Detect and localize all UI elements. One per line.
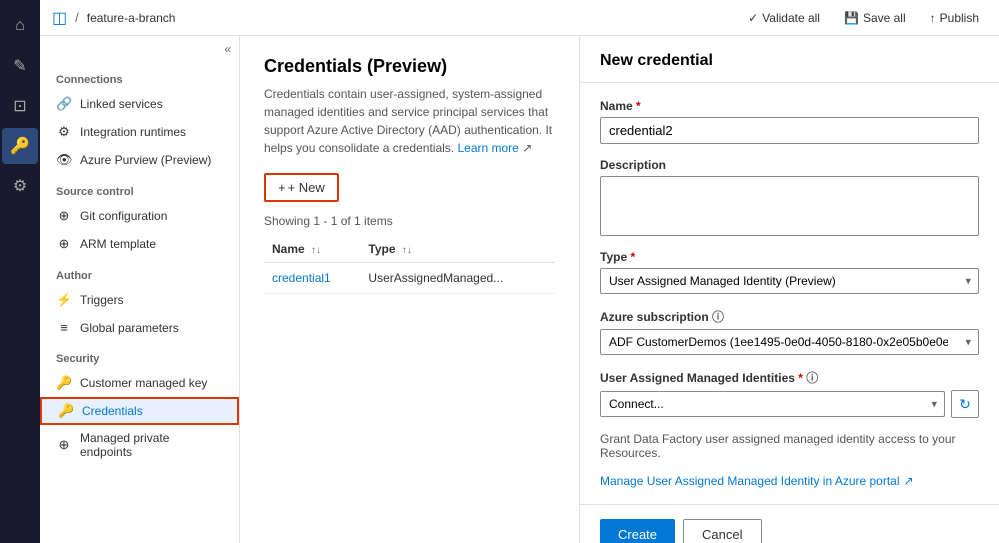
security-section-label: Security: [40, 341, 239, 369]
name-sort-icon: ↑↓: [311, 245, 321, 256]
azure-subscription-info-icon[interactable]: ⓘ: [712, 310, 724, 324]
description-field-group: Description: [600, 158, 979, 236]
sidebar-item-customer-managed-key[interactable]: 🔑 Customer managed key: [40, 369, 239, 397]
publish-button[interactable]: ↑ Publish: [922, 7, 987, 29]
arm-template-icon: ⊕: [56, 236, 72, 252]
validate-all-button[interactable]: ✓ Validate all: [740, 7, 828, 29]
new-credential-footer: Create Cancel: [580, 504, 999, 543]
publish-icon: ↑: [930, 11, 936, 25]
new-credential-header: New credential: [580, 36, 999, 83]
name-required-star: *: [636, 99, 641, 113]
new-credential-body: Name * Description Type *: [580, 83, 999, 504]
new-credential-panel: New credential Name * Description: [579, 36, 999, 543]
type-sort-icon: ↑↓: [402, 245, 412, 256]
manage-uami-link[interactable]: Manage User Assigned Managed Identity in…: [600, 474, 979, 488]
create-button[interactable]: Create: [600, 519, 675, 543]
uami-required-star: *: [798, 371, 803, 385]
azure-subscription-select[interactable]: ADF CustomerDemos (1ee1495-0e0d-4050-818…: [600, 329, 979, 355]
author-section-label: Author: [40, 258, 239, 286]
edit-nav-icon[interactable]: ✎: [2, 48, 38, 84]
triggers-icon: ⚡: [56, 292, 72, 308]
sidebar-item-arm-template[interactable]: ⊕ ARM template: [40, 230, 239, 258]
integration-runtimes-icon: ⚙: [56, 124, 72, 140]
new-credential-title: New credential: [600, 52, 979, 70]
credential1-link[interactable]: credential1: [272, 271, 331, 285]
type-select-wrap: User Assigned Managed Identity (Preview)…: [600, 268, 979, 294]
showing-text: Showing 1 - 1 of 1 items: [264, 214, 555, 228]
top-bar: ◫ / feature-a-branch ✓ Validate all 💾 Sa…: [40, 0, 999, 36]
monitor-nav-icon[interactable]: ⊡: [2, 88, 38, 124]
sidebar-item-azure-purview[interactable]: 👁 Azure Purview (Preview): [40, 146, 239, 174]
validate-icon: ✓: [748, 11, 758, 25]
save-icon: 💾: [844, 11, 859, 25]
content-area: « Connections 🔗 Linked services ⚙ Integr…: [40, 36, 999, 543]
global-params-icon: ≡: [56, 320, 72, 335]
type-field-group: Type * User Assigned Managed Identity (P…: [600, 250, 979, 294]
settings-nav-icon[interactable]: ⚙: [2, 168, 38, 204]
new-credential-button[interactable]: + + New: [264, 173, 339, 202]
name-label: Name *: [600, 99, 979, 113]
description-label: Description: [600, 158, 979, 172]
credential1-type: UserAssignedManaged...: [360, 263, 555, 294]
uami-field-row: Connect... ▾ ↻: [600, 390, 979, 418]
credentials-table: Name ↑↓ Type ↑↓ credential1: [264, 236, 555, 294]
azure-subscription-label: Azure subscription ⓘ: [600, 308, 979, 325]
credentials-title: Credentials (Preview): [264, 56, 555, 77]
sidebar-item-linked-services[interactable]: 🔗 Linked services: [40, 90, 239, 118]
sidebar-item-triggers[interactable]: ⚡ Triggers: [40, 286, 239, 314]
credentials-nav-icon[interactable]: 🔑: [2, 128, 38, 164]
credentials-panel: Credentials (Preview) Credentials contai…: [240, 36, 579, 543]
source-control-section-label: Source control: [40, 174, 239, 202]
azure-subscription-field-group: Azure subscription ⓘ ADF CustomerDemos (…: [600, 308, 979, 355]
managed-endpoints-icon: ⊕: [56, 437, 72, 453]
uami-refresh-button[interactable]: ↻: [951, 390, 979, 418]
sidebar-item-managed-private-endpoints[interactable]: ⊕ Managed private endpoints: [40, 425, 239, 465]
adf-icon: ◫: [52, 8, 67, 28]
sidebar-item-integration-runtimes[interactable]: ⚙ Integration runtimes: [40, 118, 239, 146]
credentials-sidebar-icon: 🔑: [58, 403, 74, 419]
type-label: Type *: [600, 250, 979, 264]
connections-section-label: Connections: [40, 62, 239, 90]
name-column-header[interactable]: Name ↑↓: [264, 236, 360, 263]
learn-more-link[interactable]: Learn more: [457, 141, 518, 155]
sidebar-item-global-parameters[interactable]: ≡ Global parameters: [40, 314, 239, 341]
top-bar-actions: ✓ Validate all 💾 Save all ↑ Publish: [740, 7, 987, 29]
icon-rail: ⌂ ✎ ⊡ 🔑 ⚙: [0, 0, 40, 543]
cancel-button[interactable]: Cancel: [683, 519, 761, 543]
sidebar: « Connections 🔗 Linked services ⚙ Integr…: [40, 36, 240, 543]
manage-link-icon: ↗: [904, 474, 914, 488]
table-row: credential1 UserAssignedManaged...: [264, 263, 555, 294]
uami-select-wrap: Connect... ▾: [600, 391, 945, 417]
type-column-header[interactable]: Type ↑↓: [360, 236, 555, 263]
name-input[interactable]: [600, 117, 979, 144]
customer-managed-key-icon: 🔑: [56, 375, 72, 391]
sidebar-item-credentials[interactable]: 🔑 Credentials: [40, 397, 239, 425]
type-required-star: *: [630, 250, 635, 264]
plus-icon: +: [278, 180, 286, 195]
collapse-sidebar-button[interactable]: «: [224, 42, 231, 56]
azure-subscription-select-wrap: ADF CustomerDemos (1ee1495-0e0d-4050-818…: [600, 329, 979, 355]
refresh-icon: ↻: [959, 396, 971, 413]
linked-services-icon: 🔗: [56, 96, 72, 112]
uami-label: User Assigned Managed Identities * ⓘ: [600, 369, 979, 386]
type-select[interactable]: User Assigned Managed Identity (Preview)…: [600, 268, 979, 294]
breadcrumb-branch: feature-a-branch: [87, 11, 176, 25]
azure-purview-icon: 👁: [56, 152, 72, 168]
uami-info-icon[interactable]: ⓘ: [806, 371, 818, 385]
uami-select[interactable]: Connect...: [600, 391, 945, 417]
uami-field-group: User Assigned Managed Identities * ⓘ Con…: [600, 369, 979, 418]
sidebar-item-git-configuration[interactable]: ⊕ Git configuration: [40, 202, 239, 230]
grant-text: Grant Data Factory user assigned managed…: [600, 432, 979, 460]
save-all-button[interactable]: 💾 Save all: [836, 7, 914, 29]
git-config-icon: ⊕: [56, 208, 72, 224]
name-field-group: Name *: [600, 99, 979, 144]
description-textarea[interactable]: [600, 176, 979, 236]
breadcrumb-separator: /: [75, 10, 79, 25]
credentials-description: Credentials contain user-assigned, syste…: [264, 85, 555, 157]
home-nav-icon[interactable]: ⌂: [2, 8, 38, 44]
